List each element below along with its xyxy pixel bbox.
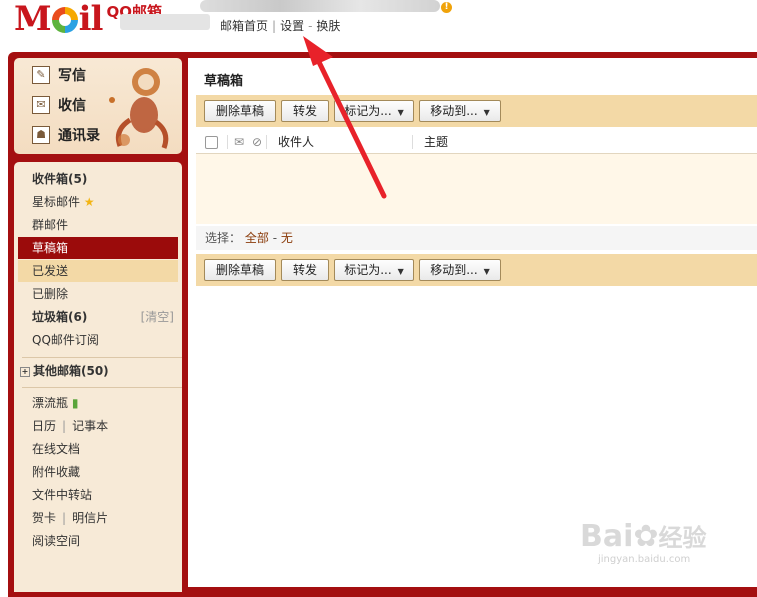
- mail-icon: ✉: [234, 135, 245, 149]
- select-label: 选择：: [205, 231, 242, 245]
- forward-button-bottom[interactable]: 转发: [281, 259, 329, 281]
- move-to-label: 移动到...: [430, 104, 478, 118]
- mark-as-label: 标记为...: [344, 104, 392, 118]
- watermark-brand2: 经验: [658, 524, 707, 552]
- baidu-jingyan-watermark: Bai✿经验 jingyan.baidu.com: [580, 518, 750, 578]
- divider: [266, 135, 267, 149]
- chevron-down-icon: ▼: [397, 108, 404, 117]
- chevron-down-icon: ▼: [483, 108, 490, 117]
- toolbar-bottom: 删除草稿 转发 标记为... ▼ 移动到... ▼: [196, 254, 757, 286]
- divider: [412, 135, 413, 149]
- toolbar-top: 删除草稿 转发 标记为... ▼ 移动到... ▼: [196, 95, 757, 127]
- blurred-account-info: [200, 0, 440, 12]
- watermark-url: jingyan.baidu.com: [598, 554, 691, 565]
- message-list-empty: [196, 154, 757, 224]
- bottle-icon: ▮: [71, 396, 79, 410]
- separator: -: [272, 231, 278, 245]
- nav-drift-label: 漂流瓶: [32, 396, 69, 410]
- nav-spam[interactable]: 垃圾箱(6) [清空]: [18, 306, 178, 328]
- inbox-check-button[interactable]: ✉ 收信: [32, 94, 86, 116]
- delete-draft-button[interactable]: 删除草稿: [204, 100, 276, 122]
- chevron-down-icon: ▼: [483, 267, 490, 276]
- separator: |: [62, 511, 67, 525]
- nav-starred-label: 星标邮件: [32, 195, 81, 209]
- spam-clear-link[interactable]: [清空]: [141, 306, 174, 328]
- select-none-link[interactable]: 无: [281, 231, 293, 245]
- nav-notes[interactable]: 记事本: [72, 419, 108, 433]
- compose-label: 写信: [58, 68, 86, 84]
- nav-file-transfer[interactable]: 文件中转站: [18, 484, 178, 506]
- mark-as-dropdown-bottom[interactable]: 标记为... ▼: [334, 259, 414, 281]
- column-recipient[interactable]: 收件人: [278, 131, 314, 153]
- nav-starred[interactable]: 星标邮件 ★: [18, 191, 178, 213]
- nav-postcards[interactable]: 明信片: [72, 511, 108, 525]
- contacts-icon: ☗: [32, 126, 50, 144]
- nav-group-mail[interactable]: 群邮件: [18, 214, 178, 236]
- inbox-check-label: 收信: [58, 98, 86, 114]
- paw-icon: ✿: [633, 519, 659, 554]
- separator: -: [308, 19, 313, 33]
- nav-inbox[interactable]: 收件箱(5): [18, 168, 178, 190]
- contacts-label: 通讯录: [58, 128, 100, 144]
- folder-nav: 收件箱(5) 星标邮件 ★ 群邮件 草稿箱 已发送 已删除 垃圾箱(6) [清空…: [14, 162, 182, 592]
- mark-as-label: 标记为...: [344, 263, 392, 277]
- nav-calendar[interactable]: 日历: [32, 419, 56, 433]
- nav-deleted[interactable]: 已删除: [18, 283, 178, 305]
- header: M il QQ邮箱 ! 邮箱首页 | 设置 - 换肤: [0, 0, 757, 52]
- select-all-link[interactable]: 全部: [245, 231, 269, 245]
- quick-actions-panel: ✎ 写信 ✉ 收信 ☗ 通讯录: [14, 58, 182, 154]
- nav-drafts[interactable]: 草稿箱: [18, 237, 178, 259]
- logo-ring-icon: [51, 7, 78, 33]
- move-to-dropdown-bottom[interactable]: 移动到... ▼: [419, 259, 501, 281]
- watermark-brand: Bai: [580, 519, 634, 554]
- folder-title: 草稿箱: [204, 74, 244, 89]
- alert-icon[interactable]: !: [441, 2, 452, 13]
- nav-other-label: 其他邮箱(50): [33, 364, 109, 378]
- nav-sent[interactable]: 已发送: [18, 260, 178, 282]
- selection-bar: 选择： 全部 - 无: [196, 226, 757, 250]
- blurred-account-email: [120, 14, 210, 30]
- divider: [22, 387, 182, 388]
- message-list-header: ✉ ⊘ 收件人 主题: [196, 131, 757, 154]
- nav-online-docs[interactable]: 在线文档: [18, 438, 178, 460]
- column-subject[interactable]: 主题: [424, 131, 448, 153]
- nav-spam-label: 垃圾箱(6): [32, 310, 88, 324]
- separator: |: [272, 19, 277, 33]
- star-icon: ★: [83, 195, 95, 209]
- expand-icon[interactable]: +: [20, 366, 30, 377]
- attachment-icon: ⊘: [252, 135, 263, 149]
- compose-button[interactable]: ✎ 写信: [32, 64, 86, 86]
- forward-button[interactable]: 转发: [281, 100, 329, 122]
- nav-cards: 贺卡 | 明信片: [18, 507, 178, 529]
- select-all-checkbox[interactable]: [205, 136, 218, 149]
- top-links: 邮箱首页 | 设置 - 换肤: [220, 17, 340, 34]
- home-link[interactable]: 邮箱首页: [220, 19, 268, 33]
- skin-link[interactable]: 换肤: [316, 19, 340, 33]
- nav-calendar-notes: 日历 | 记事本: [18, 415, 178, 437]
- nav-subscribe[interactable]: QQ邮件订阅: [18, 329, 178, 351]
- divider: [227, 135, 228, 149]
- inbox-icon: ✉: [32, 96, 50, 114]
- logo-letter-m: M: [14, 0, 52, 39]
- separator: |: [62, 419, 67, 433]
- divider: [22, 357, 182, 358]
- delete-draft-button-bottom[interactable]: 删除草稿: [204, 259, 276, 281]
- compose-icon: ✎: [32, 66, 50, 84]
- chevron-down-icon: ▼: [397, 267, 404, 276]
- monkey-papercut-decoration: [109, 68, 169, 149]
- nav-greeting-cards[interactable]: 贺卡: [32, 511, 56, 525]
- logo-letters-il: il: [78, 0, 104, 39]
- move-to-label: 移动到...: [430, 263, 478, 277]
- nav-reading-space[interactable]: 阅读空间: [18, 530, 178, 552]
- nav-attachments[interactable]: 附件收藏: [18, 461, 178, 483]
- mark-as-dropdown[interactable]: 标记为... ▼: [334, 100, 414, 122]
- contacts-button[interactable]: ☗ 通讯录: [32, 124, 100, 146]
- move-to-dropdown[interactable]: 移动到... ▼: [419, 100, 501, 122]
- nav-other-mailboxes[interactable]: + 其他邮箱(50): [18, 360, 178, 382]
- nav-drift-bottle[interactable]: 漂流瓶 ▮: [18, 392, 178, 414]
- settings-link[interactable]: 设置: [280, 19, 304, 33]
